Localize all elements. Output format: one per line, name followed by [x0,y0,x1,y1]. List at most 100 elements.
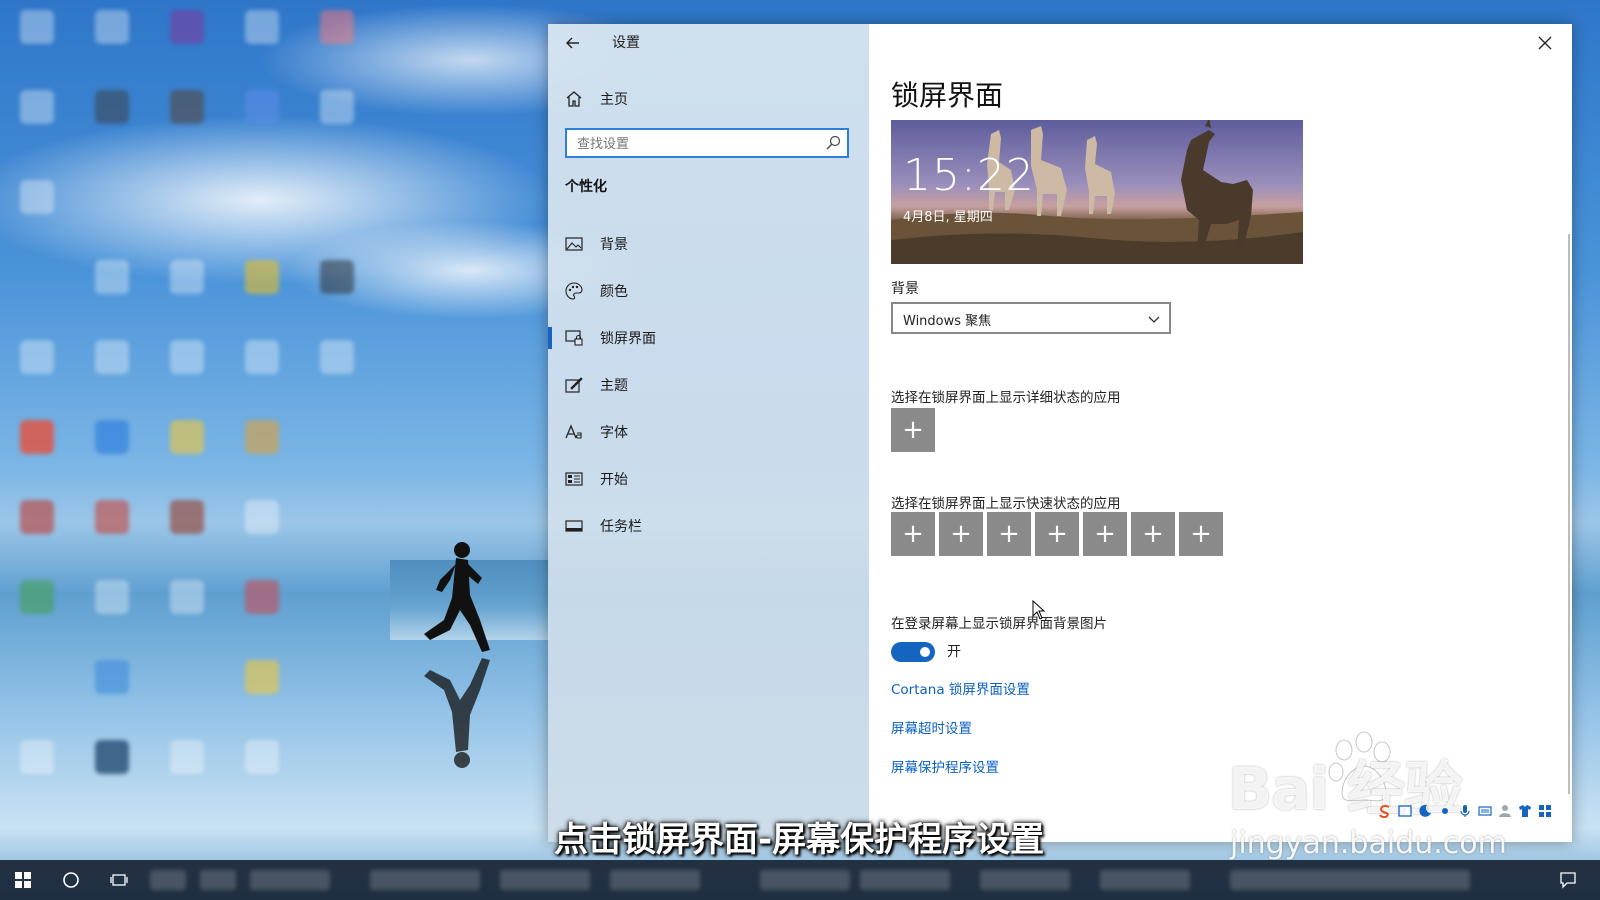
search-icon[interactable] [825,135,841,151]
desktop-icon[interactable] [245,580,279,614]
chinese-mode-icon[interactable] [1398,804,1412,818]
desktop-icon[interactable] [95,90,129,124]
desktop-icon[interactable] [95,420,129,454]
nav-item-background[interactable]: 背景 [548,224,869,264]
cortana-circle-icon [63,872,79,888]
microphone-icon[interactable] [1458,804,1472,818]
nav-item-label: 背景 [600,237,628,253]
desktop-icon[interactable] [320,340,354,374]
taskbar-app[interactable] [500,870,590,890]
cortana-lock-screen-link[interactable]: Cortana 锁屏界面设置 [891,678,1030,698]
plus-icon: + [902,519,924,549]
add-quick-app-button[interactable]: + [1083,512,1127,556]
screen-saver-link[interactable]: 屏幕保护程序设置 [891,756,999,776]
desktop-icon[interactable] [170,340,204,374]
scrollbar[interactable] [1568,234,1570,794]
background-dropdown[interactable]: Windows 聚焦 [891,302,1171,334]
desktop-icon[interactable] [95,500,129,534]
desktop-icon[interactable] [245,420,279,454]
action-center-button[interactable] [1545,860,1591,900]
desktop-icon[interactable] [20,740,54,774]
add-detail-app-button[interactable]: + [891,408,935,452]
desktop-icon[interactable] [245,340,279,374]
desktop-icon[interactable] [170,10,204,44]
add-quick-app-button[interactable]: + [987,512,1031,556]
start-button[interactable] [0,860,46,900]
taskbar-app[interactable] [980,870,1070,890]
add-quick-app-button[interactable]: + [891,512,935,556]
login-background-toggle[interactable] [891,642,935,662]
taskbar-app[interactable] [150,870,186,890]
moon-icon[interactable] [1418,804,1432,818]
desktop-icon[interactable] [170,500,204,534]
desktop-icon[interactable] [95,340,129,374]
back-button[interactable] [562,32,584,54]
taskbar-app[interactable] [200,870,236,890]
desktop-icon[interactable] [245,90,279,124]
desktop-icon[interactable] [20,180,54,214]
desktop-icon[interactable] [20,340,54,374]
nav-item-themes[interactable]: 主题 [548,365,869,405]
plus-icon: + [998,519,1020,549]
keyboard-icon[interactable] [1478,804,1492,818]
desktop-icon[interactable] [245,10,279,44]
add-quick-app-button[interactable]: + [1035,512,1079,556]
desktop-icon[interactable] [20,10,54,44]
nav-item-label: 主题 [600,378,628,394]
nav-home[interactable]: 主页 [564,84,844,114]
desktop-icon[interactable] [245,500,279,534]
add-quick-app-button[interactable]: + [1131,512,1175,556]
add-quick-app-button[interactable]: + [1179,512,1223,556]
desktop-icon[interactable] [245,740,279,774]
desktop-icon[interactable] [95,580,129,614]
close-button[interactable] [1532,30,1558,56]
user-icon[interactable] [1498,804,1512,818]
taskbar [0,860,1600,900]
desktop-icon[interactable] [170,580,204,614]
desktop-icon[interactable] [245,660,279,694]
desktop-icon[interactable] [20,420,54,454]
nav-item-colors[interactable]: 颜色 [548,271,869,311]
search-box[interactable] [565,128,849,158]
desktop-icon[interactable] [320,90,354,124]
desktop-icon[interactable] [95,740,129,774]
search-input[interactable] [575,133,819,155]
desktop-icon[interactable] [170,740,204,774]
desktop-icon[interactable] [170,260,204,294]
desktop-icon[interactable] [320,260,354,294]
taskbar-app[interactable] [610,870,700,890]
taskbar-app[interactable] [250,870,330,890]
taskbar-icon [564,516,584,536]
lock-screen-icon [564,328,584,348]
nav-item-fonts[interactable]: 字体 [548,412,869,452]
desktop-icon[interactable] [20,90,54,124]
add-quick-app-button[interactable]: + [939,512,983,556]
cortana-search-button[interactable] [48,860,94,900]
desktop-icon[interactable] [20,580,54,614]
desktop-icon[interactable] [245,260,279,294]
desktop-icon[interactable] [320,10,354,44]
nav-item-taskbar[interactable]: 任务栏 [548,506,869,546]
screen-timeout-link[interactable]: 屏幕超时设置 [891,717,972,737]
section-title: 个性化 [565,179,607,195]
desktop-icon[interactable] [170,420,204,454]
desktop-icon[interactable] [95,10,129,44]
desktop-icon[interactable] [170,90,204,124]
sogou-ime-icon[interactable] [1378,804,1392,818]
desktop-icon[interactable] [95,260,129,294]
punctuation-icon[interactable] [1438,804,1452,818]
taskbar-app[interactable] [370,870,480,890]
desktop-icon[interactable] [20,500,54,534]
nav-item-start[interactable]: 开始 [548,459,869,499]
nav-item-lock-screen[interactable]: 锁屏界面 [548,318,869,358]
task-view-button[interactable] [96,860,142,900]
taskbar-app[interactable] [760,870,850,890]
desktop-icon[interactable] [95,660,129,694]
plus-icon: + [902,415,924,445]
taskbar-app[interactable] [860,870,950,890]
skin-shirt-icon[interactable] [1518,804,1532,818]
taskbar-app[interactable] [1100,870,1190,890]
grid-menu-icon[interactable] [1538,804,1552,818]
system-tray[interactable] [1230,870,1470,890]
nav-item-label: 颜色 [600,284,628,300]
